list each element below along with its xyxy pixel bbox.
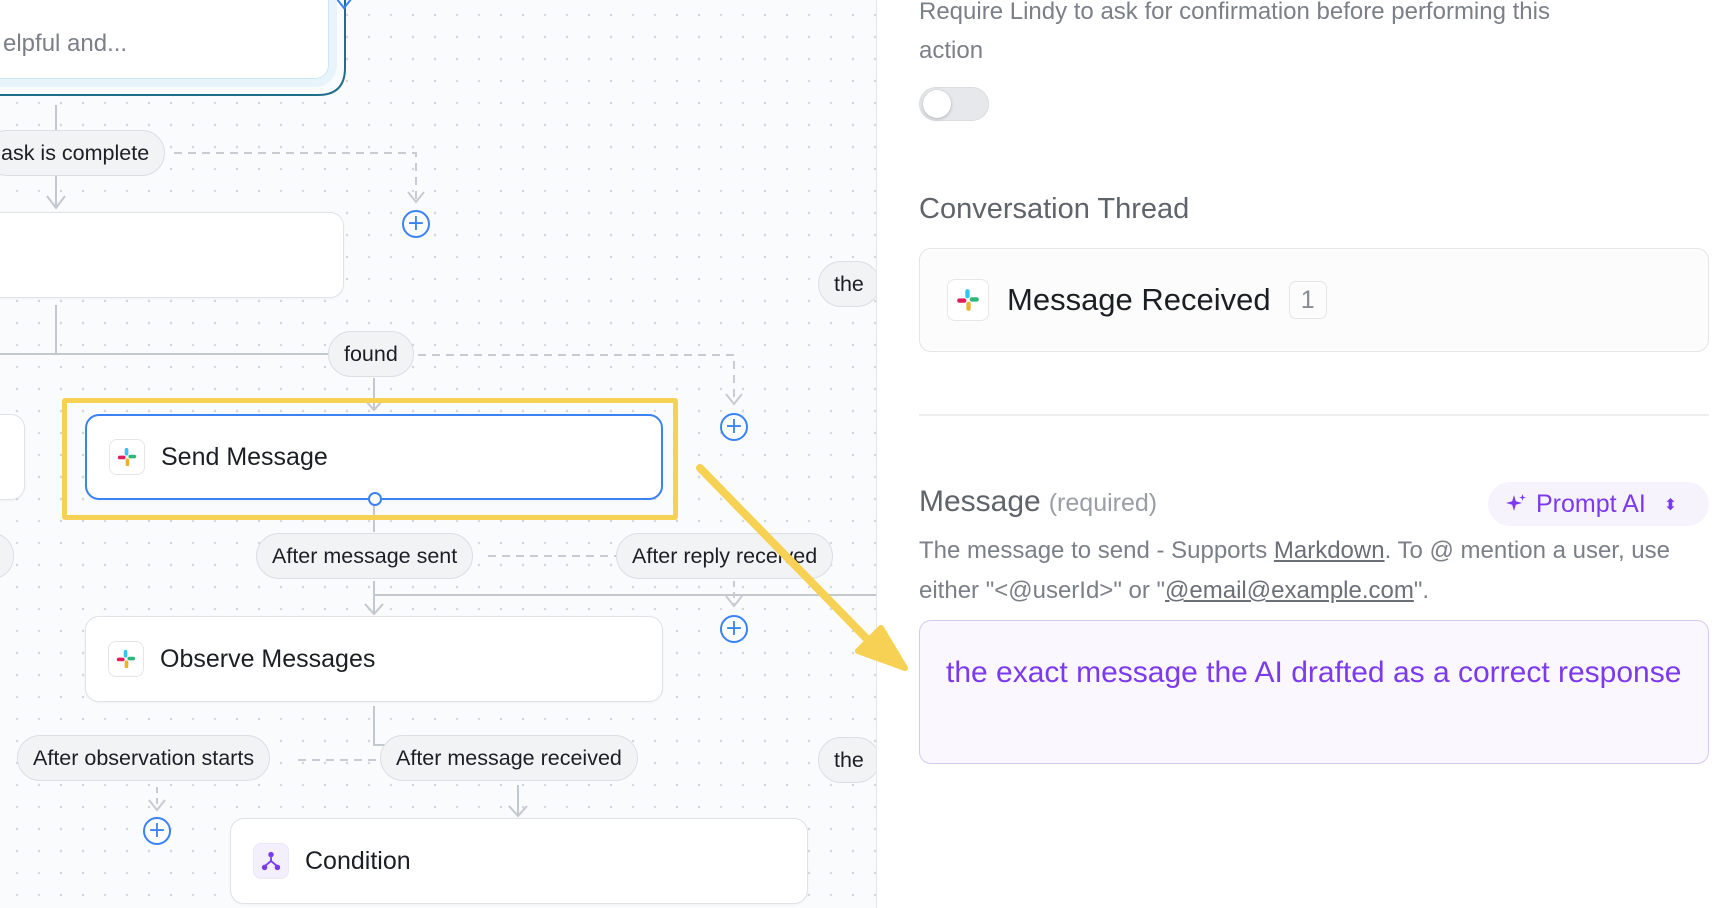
required-label: (required)	[1048, 489, 1158, 517]
node-observe-messages[interactable]: Observe Messages	[85, 616, 663, 702]
node-observe-messages-label: Observe Messages	[160, 644, 376, 673]
add-step-plus-icon[interactable]: +	[402, 210, 430, 238]
highlight-box	[62, 398, 678, 520]
section-divider	[919, 414, 1709, 416]
message-field-description: The message to send - Supports Markdown.…	[919, 537, 1670, 604]
node-condition[interactable]: Condition	[230, 818, 808, 904]
confirmation-description: Require Lindy to ask for confirmation be…	[919, 0, 1550, 64]
conversation-thread-title: Conversation Thread	[919, 193, 1190, 225]
prompt-ai-label: Prompt AI	[1536, 489, 1646, 518]
add-step-plus-icon[interactable]: +	[720, 615, 748, 643]
node-left-partial[interactable]	[0, 414, 25, 500]
markdown-link[interactable]: Markdown	[1274, 537, 1385, 564]
message-input[interactable]: the exact message the AI drafted as a co…	[919, 620, 1709, 764]
slack-icon	[108, 641, 144, 677]
node-top-partial[interactable]: elpful and...	[0, 0, 329, 79]
pill-the-lower[interactable]: the	[818, 737, 876, 783]
sparkle-icon	[1504, 492, 1528, 516]
prompt-ai-button[interactable]: Prompt AI ⬍	[1488, 482, 1709, 526]
toggle-knob	[923, 90, 951, 118]
step-config-panel: Require Lindy to ask for confirmation be…	[877, 0, 1730, 908]
message-field-title: Message (required)	[919, 485, 1158, 518]
confirmation-toggle[interactable]	[919, 87, 989, 121]
conversation-thread-select[interactable]: Message Received 1	[919, 248, 1709, 352]
pill-after-message-sent[interactable]: After message sent	[256, 533, 474, 579]
pill-task-complete[interactable]: ask is complete	[0, 130, 166, 176]
node-blank-partial[interactable]	[0, 212, 344, 298]
pill-after-message-received[interactable]: After message received	[380, 735, 638, 781]
node-top-partial-label: elpful and...	[3, 29, 128, 57]
node-condition-label: Condition	[305, 846, 411, 875]
branch-icon	[253, 843, 289, 879]
workflow-canvas[interactable]: elpful and... ask is complete + the foun…	[0, 0, 876, 908]
add-step-plus-icon[interactable]: +	[720, 413, 748, 441]
pill-after-observation-starts[interactable]: After observation starts	[17, 735, 271, 781]
thread-item-count-badge: 1	[1288, 281, 1327, 319]
slack-icon	[947, 279, 989, 321]
pill-found[interactable]: found	[328, 331, 414, 377]
thread-item-label: Message Received	[1007, 282, 1271, 317]
chevron-up-down-icon: ⬍	[1663, 494, 1678, 514]
add-step-plus-icon[interactable]: +	[143, 817, 171, 845]
pill-after-reply-received[interactable]: After reply received	[616, 533, 834, 579]
pill-the-upper[interactable]: the	[818, 261, 876, 307]
email-example-link[interactable]: @email@example.com	[1165, 577, 1414, 604]
